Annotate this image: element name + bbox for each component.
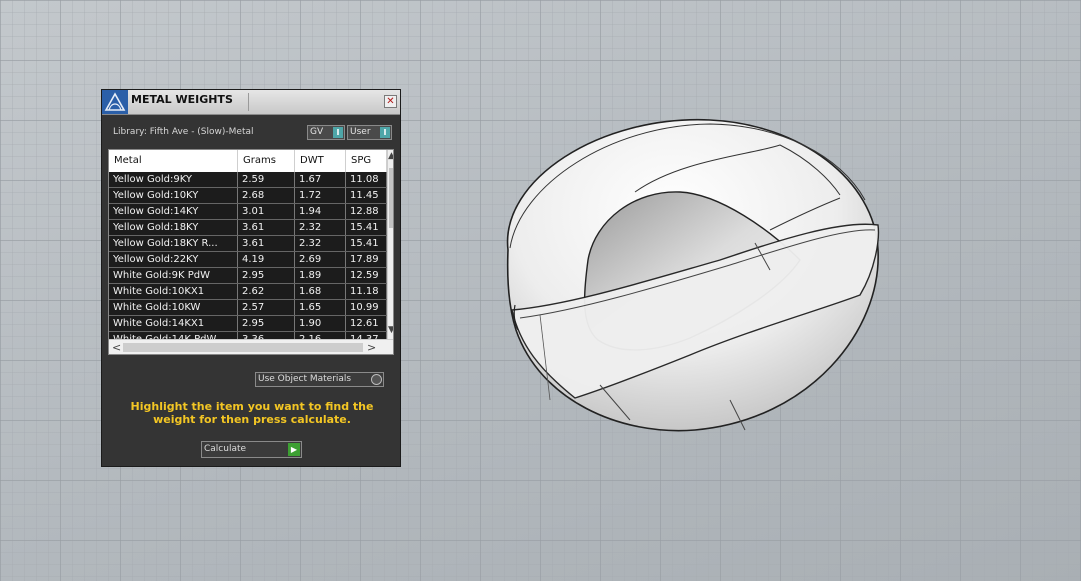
table-row[interactable]: White Gold:10KW 2.57 1.65 10.99 [109, 300, 387, 316]
cell-grams: 2.62 [238, 284, 295, 299]
column-header-grams[interactable]: Grams [238, 150, 295, 172]
user-toggle-label: User [350, 127, 371, 137]
column-header-spg[interactable]: SPG [346, 150, 387, 172]
cell-spg: 12.59 [346, 268, 387, 283]
table-row[interactable]: Yellow Gold:18KY R... 3.61 2.32 15.41 [109, 236, 387, 252]
radio-knob-icon[interactable] [371, 374, 382, 385]
cell-metal: White Gold:9K PdW [109, 268, 238, 283]
table-row[interactable]: White Gold:14KX1 2.95 1.90 12.61 [109, 316, 387, 332]
close-button[interactable]: ✕ [384, 95, 397, 108]
cell-grams: 2.59 [238, 172, 295, 187]
cell-dwt: 1.90 [295, 316, 346, 331]
horizontal-scroll-thumb[interactable] [123, 343, 363, 352]
metal-table: Metal Grams DWT SPG Yellow Gold:9KY 2.59 1… [108, 149, 394, 355]
table-row[interactable]: White Gold:10KX1 2.62 1.68 11.18 [109, 284, 387, 300]
cell-spg: 11.08 [346, 172, 387, 187]
cell-dwt: 2.69 [295, 252, 346, 267]
cell-dwt: 1.68 [295, 284, 346, 299]
cell-grams: 3.61 [238, 236, 295, 251]
library-label: Library: Fifth Ave - (Slow)-Metal [113, 127, 254, 137]
cell-dwt: 1.67 [295, 172, 346, 187]
play-arrow-icon[interactable]: ▶ [288, 443, 300, 456]
panel-titlebar[interactable]: METAL WEIGHTS ✕ [102, 90, 400, 115]
cell-spg: 12.61 [346, 316, 387, 331]
horizontal-scrollbar[interactable]: < > [109, 339, 393, 354]
table-row[interactable]: Yellow Gold:14KY 3.01 1.94 12.88 [109, 204, 387, 220]
cell-dwt: 2.32 [295, 236, 346, 251]
cell-spg: 10.99 [346, 300, 387, 315]
cell-metal: White Gold:14KX1 [109, 316, 238, 331]
cell-grams: 2.95 [238, 316, 295, 331]
calculate-button[interactable]: Calculate ▶ [201, 441, 302, 458]
panel-title: METAL WEIGHTS [131, 93, 233, 106]
user-toggle-button[interactable]: I [380, 127, 390, 138]
table-row[interactable]: Yellow Gold:18KY 3.61 2.32 15.41 [109, 220, 387, 236]
cell-metal: Yellow Gold:14KY [109, 204, 238, 219]
table-header: Metal Grams DWT SPG [109, 150, 387, 172]
cell-spg: 17.89 [346, 252, 387, 267]
vertical-scroll-thumb[interactable] [389, 168, 393, 228]
cell-metal: Yellow Gold:18KY [109, 220, 238, 235]
cell-grams: 2.95 [238, 268, 295, 283]
scroll-right-icon[interactable]: > [367, 342, 376, 353]
table-row[interactable]: White Gold:9K PdW 2.95 1.89 12.59 [109, 268, 387, 284]
column-header-dwt[interactable]: DWT [295, 150, 346, 172]
table-row[interactable]: Yellow Gold:10KY 2.68 1.72 11.45 [109, 188, 387, 204]
cell-dwt: 2.32 [295, 220, 346, 235]
calculate-label: Calculate [204, 444, 247, 454]
cell-grams: 3.61 [238, 220, 295, 235]
scroll-down-icon[interactable]: ▼ [388, 326, 393, 335]
title-divider [248, 93, 249, 111]
column-header-metal[interactable]: Metal [109, 150, 238, 172]
cell-metal: Yellow Gold:9KY [109, 172, 238, 187]
cell-dwt: 1.89 [295, 268, 346, 283]
cell-metal: Yellow Gold:10KY [109, 188, 238, 203]
app-logo-icon [102, 90, 128, 114]
cell-grams: 4.19 [238, 252, 295, 267]
cell-dwt: 1.94 [295, 204, 346, 219]
cell-metal: Yellow Gold:18KY R... [109, 236, 238, 251]
cell-spg: 15.41 [346, 220, 387, 235]
user-toggle[interactable]: User I [347, 125, 392, 140]
instruction-text: Highlight the item you want to find the … [130, 400, 374, 426]
cell-grams: 3.01 [238, 204, 295, 219]
vertical-scrollbar[interactable]: ▲ ▼ [387, 150, 393, 340]
table-row[interactable]: Yellow Gold:9KY 2.59 1.67 11.08 [109, 172, 387, 188]
metal-weights-panel: METAL WEIGHTS ✕ Library: Fifth Ave - (Sl… [101, 89, 401, 467]
ring-model[interactable] [480, 100, 910, 450]
cell-grams: 2.68 [238, 188, 295, 203]
cell-metal: Yellow Gold:22KY [109, 252, 238, 267]
gv-toggle[interactable]: GV I [307, 125, 345, 140]
use-object-materials-toggle[interactable]: Use Object Materials [255, 372, 384, 387]
scroll-up-icon[interactable]: ▲ [388, 152, 393, 161]
gv-toggle-label: GV [310, 127, 324, 137]
cell-metal: White Gold:10KW [109, 300, 238, 315]
cell-grams: 2.57 [238, 300, 295, 315]
scroll-left-icon[interactable]: < [112, 342, 121, 353]
cell-dwt: 1.72 [295, 188, 346, 203]
cell-spg: 15.41 [346, 236, 387, 251]
table-row[interactable]: Yellow Gold:22KY 4.19 2.69 17.89 [109, 252, 387, 268]
gv-toggle-button[interactable]: I [333, 127, 343, 138]
cell-spg: 11.45 [346, 188, 387, 203]
cell-spg: 11.18 [346, 284, 387, 299]
use-object-materials-label: Use Object Materials [258, 374, 352, 384]
cell-spg: 12.88 [346, 204, 387, 219]
cell-metal: White Gold:10KX1 [109, 284, 238, 299]
cell-dwt: 1.65 [295, 300, 346, 315]
